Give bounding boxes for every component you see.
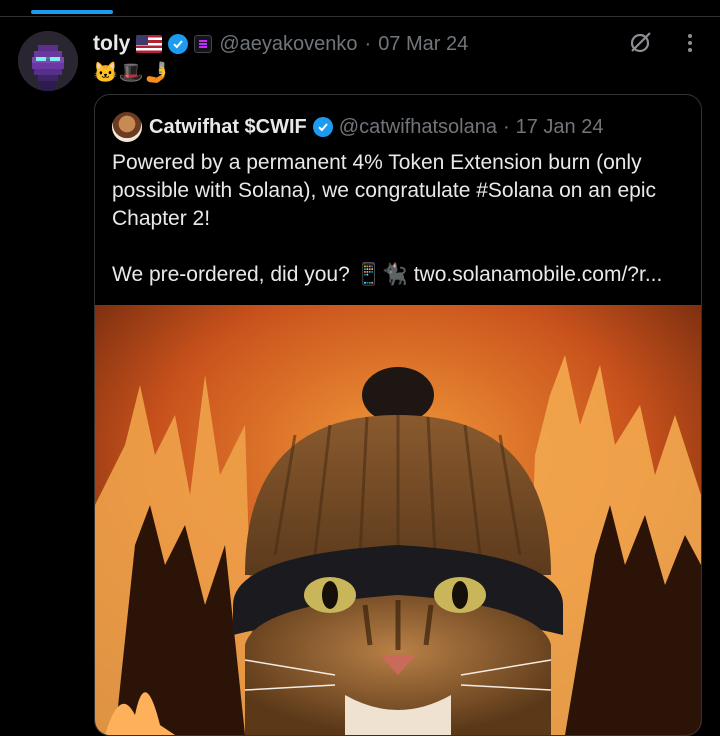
- post-text: 🐱🎩🤳: [93, 62, 171, 84]
- meta-separator: ·: [502, 115, 510, 138]
- post-header: toly @aeyakovenko · 07 Mar 24: [93, 31, 468, 57]
- quoted-post-date[interactable]: 17 Jan 24: [516, 116, 604, 139]
- post-date[interactable]: 07 Mar 24: [378, 33, 468, 56]
- quoted-author-name[interactable]: Catwifhat $CWIF: [149, 116, 307, 139]
- quoted-avatar[interactable]: [112, 112, 142, 142]
- quoted-author-handle[interactable]: @catwifhatsolana: [339, 116, 497, 139]
- solana-affiliate-icon[interactable]: [194, 35, 213, 53]
- tab-bar: [0, 0, 720, 17]
- us-flag-icon: [136, 35, 163, 53]
- quoted-post-text: Powered by a permanent 4% Token Extensio…: [112, 149, 692, 289]
- quoted-post[interactable]: Catwifhat $CWIF @catwifhatsolana · 17 Ja…: [94, 94, 702, 736]
- quoted-post-image[interactable]: [95, 305, 701, 735]
- quoted-text-paragraph-2[interactable]: We pre-ordered, did you? 📱🐈‍⬛ two.solana…: [112, 261, 692, 289]
- verified-badge-icon: [168, 34, 189, 54]
- author-name[interactable]: toly: [93, 32, 130, 56]
- quoted-post-header: Catwifhat $CWIF @catwifhatsolana · 17 Ja…: [112, 112, 603, 142]
- avatar[interactable]: [18, 31, 78, 91]
- grok-icon[interactable]: [627, 28, 655, 56]
- pixel-avatar-icon: [18, 31, 78, 91]
- meta-separator: ·: [364, 32, 372, 55]
- author-handle[interactable]: @aeyakovenko: [219, 33, 357, 56]
- cat-beanie-fire-image: [95, 305, 701, 735]
- verified-badge-icon: [312, 117, 333, 137]
- quoted-text-paragraph-1: Powered by a permanent 4% Token Extensio…: [112, 151, 657, 230]
- more-options-icon[interactable]: [680, 32, 700, 54]
- active-tab-indicator: [31, 10, 113, 14]
